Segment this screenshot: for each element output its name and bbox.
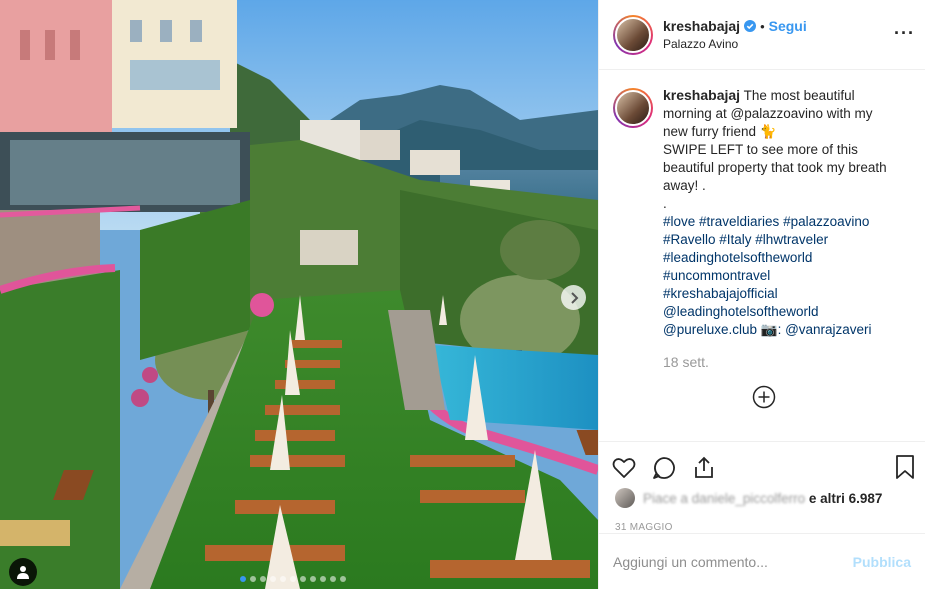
caption-line: new furry friend 🐈 [663, 124, 777, 139]
hashtag-line[interactable]: #leadinghotelsoftheworld [663, 249, 911, 267]
hashtag-line[interactable]: @leadinghotelsoftheworld [663, 303, 911, 321]
load-more-comments-icon[interactable] [752, 385, 776, 409]
carousel-dot [260, 576, 266, 582]
action-bar [599, 442, 925, 494]
carousel-dot [310, 576, 316, 582]
chevron-right-icon [570, 291, 578, 304]
hashtag-line[interactable]: #kreshabajajofficial [663, 285, 911, 303]
caption-line: away! . [663, 178, 706, 193]
share-icon[interactable] [691, 455, 717, 481]
hashtag-line[interactable]: #uncommontravel [663, 267, 911, 285]
hashtag-line[interactable]: #love #traveldiaries #palazzoavino [663, 213, 911, 231]
carousel-indicator [240, 576, 346, 582]
user-icon [17, 566, 29, 579]
bookmark-icon[interactable] [893, 454, 917, 480]
post-date: 31 MAGGIO [615, 522, 673, 533]
post-time: 18 sett. [663, 354, 709, 370]
liker-username[interactable]: daniele_piccolferro [692, 491, 805, 506]
caption: kreshabajaj The most beautiful morning at… [599, 70, 925, 371]
verified-badge-icon [744, 20, 757, 32]
carousel-dot [270, 576, 276, 582]
instagram-post: kreshabajaj • Segui Palazzo Avino ··· kr… [0, 0, 925, 589]
likes-prefix: Piace a [643, 490, 689, 506]
avatar[interactable] [613, 14, 653, 55]
caption-line: The most beautiful [743, 88, 855, 103]
comment-icon[interactable] [651, 455, 677, 481]
separator-dot: • [760, 18, 765, 34]
caption-avatar[interactable] [613, 88, 653, 128]
follow-button[interactable]: Segui [769, 18, 807, 34]
caption-text: kreshabajaj The most beautiful morning at… [663, 86, 911, 213]
caption-line: morning at @palazzoavino with my [663, 106, 873, 121]
comment-box: Pubblica [599, 533, 925, 589]
location-link[interactable]: Palazzo Avino [663, 37, 807, 51]
username-link[interactable]: kreshabajaj [663, 18, 740, 34]
carousel-dot [320, 576, 326, 582]
tagged-users-button[interactable] [9, 558, 37, 586]
caption-line: beautiful property that took my breath [663, 160, 887, 175]
carousel-dot [250, 576, 256, 582]
post-header: kreshabajaj • Segui Palazzo Avino ··· [599, 0, 925, 70]
carousel-dot [330, 576, 336, 582]
post-sidebar: kreshabajaj • Segui Palazzo Avino ··· kr… [598, 0, 925, 589]
carousel-dot [240, 576, 246, 582]
comment-input[interactable] [613, 553, 853, 570]
next-slide-button[interactable] [561, 285, 586, 310]
more-options-icon[interactable]: ··· [894, 24, 915, 42]
caption-line: SWIPE LEFT to see more of this [663, 142, 858, 157]
hashtag-line[interactable]: @pureluxe.club 📷: @vanrajzaveri [663, 321, 911, 339]
heart-icon[interactable] [611, 455, 637, 481]
carousel-dot [300, 576, 306, 582]
caption-username[interactable]: kreshabajaj [663, 87, 740, 103]
caption-hashtags: #love #traveldiaries #palazzoavino #Ravel… [663, 213, 911, 339]
actions-section: Piace a daniele_piccolferro e altri 6.98… [599, 441, 925, 533]
hashtag-line[interactable]: #Ravello #Italy #lhwtraveler [663, 231, 911, 249]
hotel-terrace-photo [0, 0, 598, 589]
carousel-dot [280, 576, 286, 582]
post-photo[interactable] [0, 0, 598, 589]
publish-button[interactable]: Pubblica [853, 554, 911, 570]
carousel-dot [340, 576, 346, 582]
caption-line: . [663, 196, 667, 211]
carousel-dot [290, 576, 296, 582]
